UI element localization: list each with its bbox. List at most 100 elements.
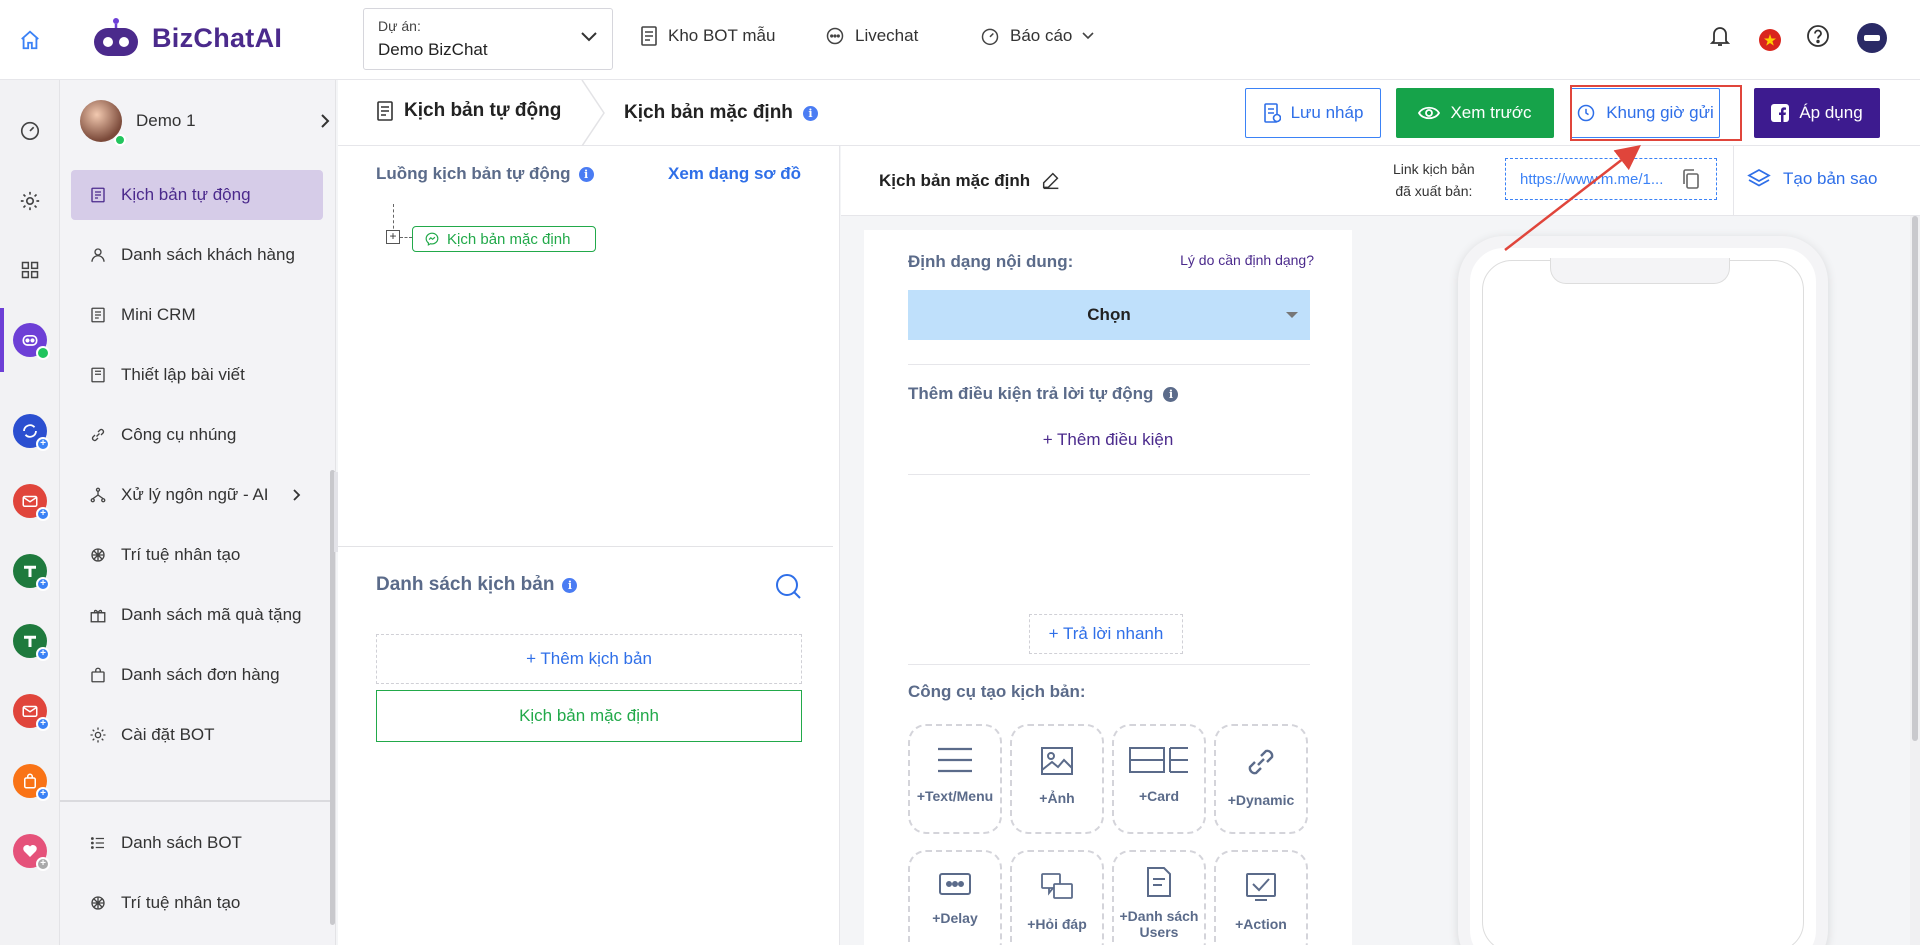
card-icon (1128, 746, 1190, 774)
scrollbar-thumb[interactable] (1912, 216, 1918, 741)
gear-icon (19, 190, 41, 212)
tool-dynamic[interactable]: +Dynamic (1214, 724, 1308, 834)
sidebar-item-gift-codes[interactable]: Danh sách mã quà tặng (71, 590, 323, 640)
sidebar-item-customers[interactable]: Danh sách khách hàng (71, 230, 323, 280)
panel-divider (338, 546, 833, 547)
format-select[interactable]: Chọn (908, 290, 1310, 340)
info-icon[interactable]: i (802, 105, 818, 121)
sidebar-item-bot-settings[interactable]: Cài đặt BOT (71, 710, 323, 760)
nav-livechat[interactable]: Livechat (825, 26, 918, 46)
add-script-button[interactable]: + Thêm kịch bản (376, 634, 802, 684)
sidebar-item-ai-bottom[interactable]: Trí tuệ nhân tạo (71, 878, 323, 928)
quick-reply-button[interactable]: + Trả lời nhanh (1029, 614, 1183, 654)
rail-app-t2[interactable]: + (13, 624, 50, 661)
add-condition-button[interactable]: + Thêm điều kiện (864, 430, 1352, 450)
tool-label: +Text/Menu (916, 788, 994, 804)
vietnam-flag-icon[interactable] (1758, 28, 1782, 52)
tree-connector (400, 237, 412, 238)
sidebar-item-orders[interactable]: Danh sách đơn hàng (71, 650, 323, 700)
rail-app-shop[interactable]: + (13, 764, 50, 801)
sidebar-item-mini-crm[interactable]: Mini CRM (71, 290, 323, 340)
divider (908, 664, 1310, 665)
nav-reports-label: Báo cáo (1010, 26, 1073, 45)
sidebar-item-embed[interactable]: Công cụ nhúng (71, 410, 323, 460)
tool-qa[interactable]: +Hỏi đáp (1010, 850, 1104, 945)
qa-icon (1040, 872, 1074, 902)
sidebar-item-auto-script[interactable]: Kịch bản tự động (71, 170, 323, 220)
rail-apps-button[interactable] (0, 250, 60, 290)
rail-dashboard-button[interactable] (0, 110, 60, 150)
add-badge-icon: + (36, 577, 50, 591)
layers-icon (1747, 168, 1771, 190)
script-list-item[interactable]: Kịch bản mặc định (376, 690, 802, 742)
speedometer-icon (19, 119, 41, 141)
phone-preview (1458, 236, 1828, 945)
chevron-right-icon (293, 489, 301, 501)
online-dot (36, 346, 50, 360)
tree-expander[interactable]: + (386, 230, 400, 244)
preview-button[interactable]: Xem trước (1396, 88, 1554, 138)
nav-bot-templates[interactable]: Kho BOT mẫu (640, 26, 775, 46)
sidebar-item-label: Trí tuệ nhân tạo (121, 545, 241, 564)
info-icon[interactable]: i (1163, 386, 1179, 402)
tool-delay[interactable]: +Delay (908, 850, 1002, 945)
editor-title-text: Kịch bản mặc định (879, 171, 1031, 190)
sidebar-item-posts[interactable]: Thiết lập bài viết (71, 350, 323, 400)
script-list-title-text: Danh sách kịch bản (376, 574, 555, 595)
gear-icon (89, 726, 107, 744)
brand-logo[interactable]: BizChatAI (90, 16, 282, 60)
duplicate-button[interactable]: Tạo bản sao (1747, 168, 1878, 190)
save-draft-button[interactable]: Lưu nháp (1245, 88, 1381, 138)
rail-active-indicator (0, 308, 4, 372)
breadcrumb-auto-script[interactable]: Kịch bản tự động (376, 100, 561, 122)
avatar (80, 100, 126, 146)
list-icon (89, 834, 107, 852)
tool-image[interactable]: +Ảnh (1010, 724, 1104, 834)
rail-settings-button[interactable] (0, 181, 60, 221)
user-icon (89, 246, 107, 264)
flow-title: Luồng kịch bản tự động i (376, 164, 594, 184)
sidebar-item-ai[interactable]: Trí tuệ nhân tạo (71, 530, 323, 580)
tool-label: +Card (1138, 788, 1180, 804)
flow-node-default-script[interactable]: Kịch bản mặc định (412, 226, 596, 252)
copy-icon[interactable] (1682, 169, 1700, 189)
info-icon[interactable]: i (562, 577, 578, 593)
rail-app-mail-2[interactable]: + (13, 694, 50, 731)
rail-app-t1[interactable]: + (13, 554, 50, 591)
apply-button[interactable]: Áp dụng (1754, 88, 1880, 138)
editor-header: Kịch bản mặc định Link kịch bản đã xuất … (841, 146, 1920, 216)
project-selector[interactable]: Dự án: Demo BizChat (363, 8, 613, 70)
info-icon[interactable]: i (578, 166, 594, 182)
nav-reports[interactable]: Báo cáo (980, 26, 1094, 46)
tool-text-menu[interactable]: +Text/Menu (908, 724, 1002, 834)
add-badge-icon: + (36, 507, 50, 521)
rail-app-2[interactable]: + (13, 414, 50, 451)
chevron-right-icon (320, 114, 330, 128)
account-avatar[interactable] (1856, 22, 1888, 54)
edit-pencil-icon[interactable] (1040, 170, 1062, 192)
sidebar-item-bot-list[interactable]: Danh sách BOT (71, 818, 323, 868)
view-diagram-link[interactable]: Xem dạng sơ đồ (668, 164, 801, 184)
help-icon[interactable] (1806, 24, 1830, 48)
bizchat-robot-icon (90, 16, 142, 60)
tool-action[interactable]: +Action (1214, 850, 1308, 945)
rail-app-heart[interactable]: + (13, 834, 50, 871)
search-icon[interactable] (774, 572, 802, 600)
post-icon (89, 366, 107, 384)
breadcrumb-label: Kịch bản tự động (404, 100, 562, 121)
home-button[interactable] (0, 0, 60, 80)
rail-app-mail[interactable]: + (13, 484, 50, 521)
facebook-icon (1771, 104, 1790, 122)
bell-icon[interactable] (1710, 24, 1730, 48)
page-scrollbar[interactable] (1910, 216, 1920, 945)
sidebar-divider (60, 800, 330, 802)
format-why-link[interactable]: Lý do cần định dạng? (1180, 252, 1314, 268)
rail-app-bizchat[interactable] (13, 323, 50, 360)
published-link-field[interactable]: https://www.m.me/1... (1505, 158, 1717, 200)
project-value: Demo BizChat (378, 40, 488, 59)
sidebar-item-label: Danh sách đơn hàng (121, 665, 280, 684)
sidebar-user[interactable]: Demo 1 (80, 96, 330, 146)
tool-card[interactable]: +Card (1112, 724, 1206, 834)
tool-user-list[interactable]: +Danh sách Users (1112, 850, 1206, 945)
sidebar-item-nlp-ai[interactable]: Xử lý ngôn ngữ - AI (71, 470, 323, 520)
